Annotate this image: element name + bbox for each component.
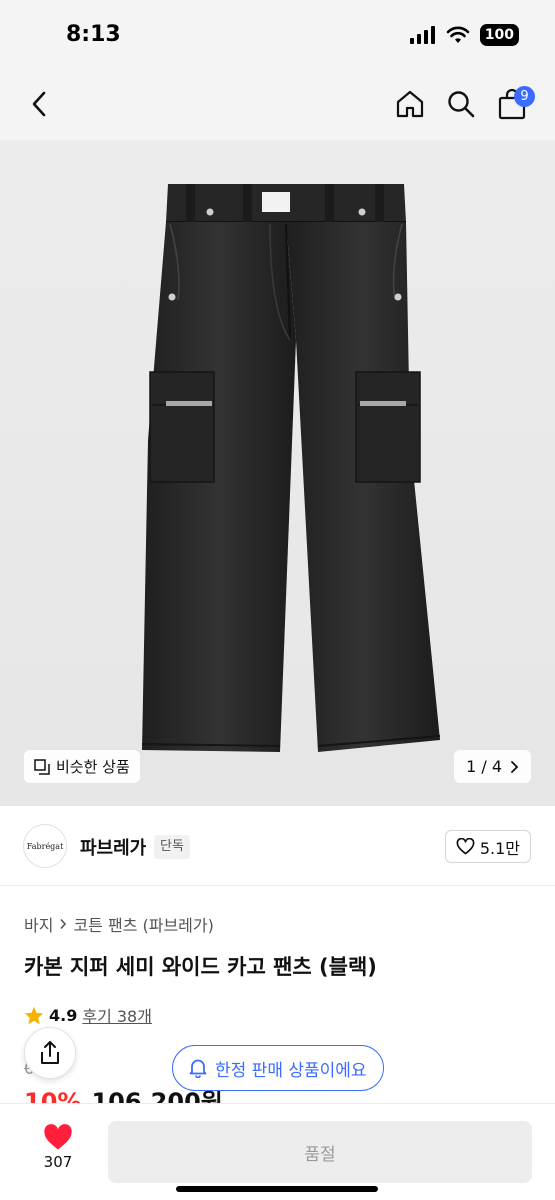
heart-outline-icon bbox=[456, 838, 475, 855]
breadcrumb-subcategory[interactable]: 코튼 팬츠 (파브레가) bbox=[73, 912, 213, 936]
search-button[interactable] bbox=[441, 84, 481, 124]
wishlist-count: 307 bbox=[43, 1153, 73, 1171]
status-time: 8:13 bbox=[66, 22, 121, 47]
limited-sale-notice[interactable]: 한정 판매 상품이에요 bbox=[172, 1045, 384, 1091]
cart-count-badge: 9 bbox=[514, 86, 535, 107]
brand-name[interactable]: 파브레가 bbox=[80, 834, 146, 860]
status-icons: 100 bbox=[409, 24, 519, 46]
cart-button[interactable]: 9 bbox=[492, 84, 535, 124]
search-icon bbox=[448, 91, 475, 118]
share-button[interactable] bbox=[24, 1027, 76, 1079]
nav-bar: 9 bbox=[0, 70, 555, 140]
status-bar: 8:13 100 bbox=[0, 0, 555, 70]
rating-score: 4.9 bbox=[49, 1005, 78, 1025]
brand-like-count: 5.1만 bbox=[479, 838, 520, 858]
rating-row: 4.9 후기 38개 bbox=[24, 1003, 152, 1027]
brand-logo[interactable]: Fabrégat bbox=[23, 824, 67, 868]
heart-filled-icon bbox=[44, 1124, 72, 1150]
sold-out-label: 품절 bbox=[304, 1144, 336, 1165]
bottom-action-bar: 307 품절 bbox=[0, 1103, 555, 1200]
wifi-icon bbox=[446, 26, 470, 43]
similar-products-label: 비슷한 상품 bbox=[56, 758, 130, 776]
home-icon bbox=[396, 90, 424, 118]
battery-indicator: 100 bbox=[479, 24, 519, 46]
home-button[interactable] bbox=[390, 84, 430, 124]
bell-icon bbox=[189, 1059, 207, 1078]
limited-sale-label: 한정 판매 상품이에요 bbox=[215, 1060, 367, 1081]
brand-logo-text: Fabrégat bbox=[26, 841, 64, 851]
exclusive-badge: 단독 bbox=[154, 835, 190, 859]
signal-icon bbox=[409, 26, 435, 44]
wishlist-button[interactable]: 307 bbox=[30, 1124, 86, 1180]
sold-out-button[interactable]: 품절 bbox=[108, 1121, 532, 1183]
chevron-right-icon bbox=[511, 760, 519, 773]
copy-icon bbox=[34, 758, 50, 775]
back-button[interactable] bbox=[20, 84, 60, 124]
product-title: 카본 지퍼 세미 와이드 카고 팬츠 (블랙) bbox=[24, 955, 377, 979]
chevron-left-icon bbox=[32, 91, 46, 117]
pager-label: 1 / 4 bbox=[466, 757, 502, 776]
brand-like-button[interactable]: 5.1만 bbox=[444, 830, 531, 863]
breadcrumb: 바지 코튼 팬츠 (파브레가) bbox=[24, 912, 214, 936]
brand-row: Fabrégat 파브레가 단독 5.1만 bbox=[0, 806, 555, 886]
chevron-right-icon bbox=[60, 918, 67, 930]
image-pager[interactable]: 1 / 4 bbox=[454, 750, 531, 783]
review-link[interactable]: 후기 38개 bbox=[82, 1003, 152, 1027]
star-icon bbox=[24, 1006, 44, 1024]
similar-products-button[interactable]: 비슷한 상품 bbox=[24, 750, 140, 783]
share-icon bbox=[41, 1041, 59, 1064]
product-image-carousel[interactable]: 비슷한 상품 1 / 4 bbox=[0, 140, 555, 806]
home-indicator bbox=[176, 1186, 378, 1192]
product-image bbox=[141, 184, 441, 752]
breadcrumb-category[interactable]: 바지 bbox=[24, 912, 53, 936]
